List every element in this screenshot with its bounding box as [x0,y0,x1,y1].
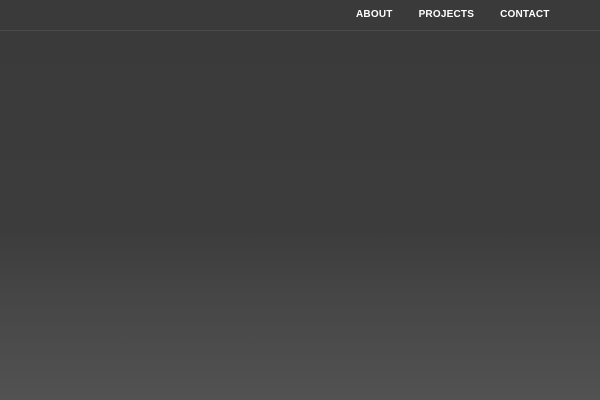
nav-link-contact[interactable]: CONTACT [500,9,550,20]
nav-link-about[interactable]: ABOUT [356,9,393,20]
top-navbar: ABOUT PROJECTS CONTACT [0,0,600,31]
nav-link-projects[interactable]: PROJECTS [419,9,475,20]
main-nav: ABOUT PROJECTS CONTACT [356,9,550,20]
